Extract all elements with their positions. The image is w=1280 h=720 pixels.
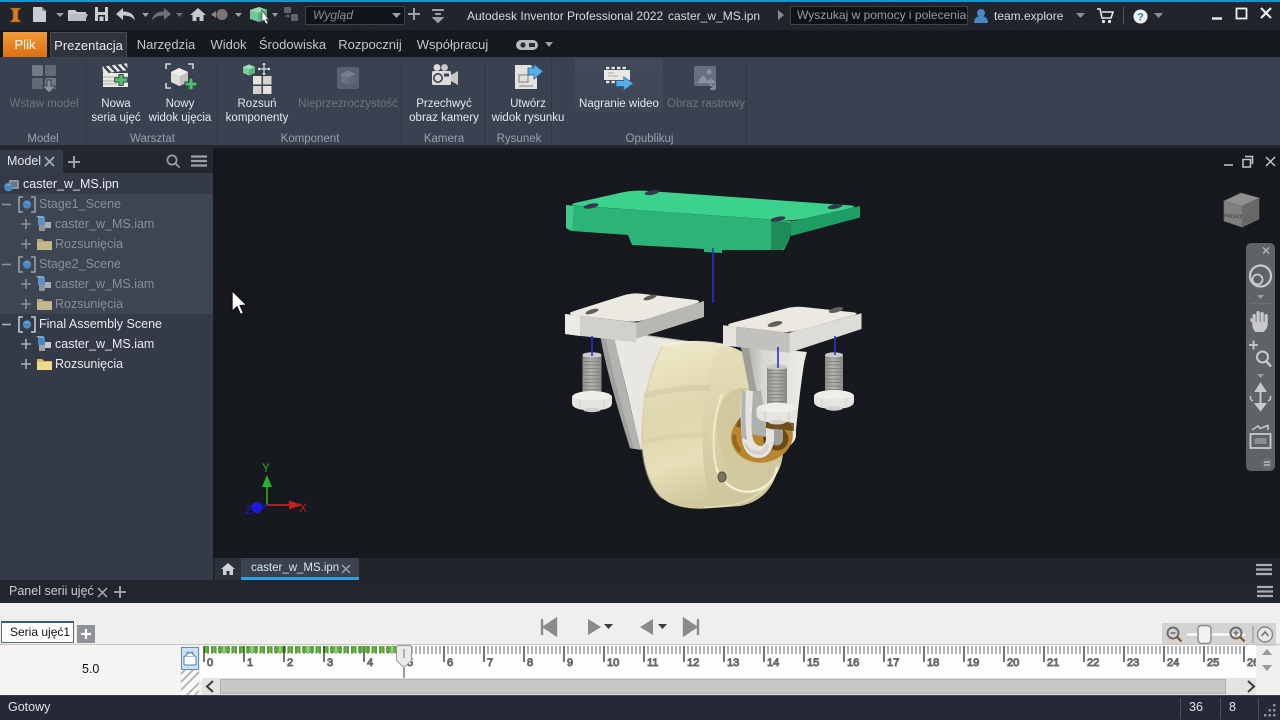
svg-text:preze: preze	[186, 651, 195, 655]
svg-text:Z: Z	[245, 503, 252, 517]
svg-text:4: 4	[367, 657, 373, 669]
svg-text:6: 6	[447, 657, 453, 669]
svg-text:9: 9	[567, 657, 573, 669]
svg-text:11: 11	[647, 657, 658, 669]
svg-text:19: 19	[967, 657, 979, 669]
svg-text:8: 8	[527, 657, 533, 669]
svg-text:0: 0	[207, 657, 213, 669]
svg-text:1: 1	[247, 657, 253, 669]
svg-text:10: 10	[607, 657, 619, 669]
svg-text:7: 7	[487, 657, 493, 669]
svg-text:21: 21	[1047, 657, 1059, 669]
svg-text:26: 26	[1247, 657, 1256, 669]
svg-text:12: 12	[687, 657, 699, 669]
svg-text:17: 17	[887, 657, 899, 669]
svg-text:X: X	[299, 501, 307, 515]
svg-text:23: 23	[1127, 657, 1139, 669]
svg-text:2: 2	[287, 657, 293, 669]
svg-text:?: ?	[1137, 12, 1144, 24]
svg-text:14: 14	[767, 657, 779, 669]
svg-text:24: 24	[1167, 657, 1179, 669]
svg-text:13: 13	[727, 657, 739, 669]
svg-text:3: 3	[327, 657, 333, 669]
svg-text:25: 25	[1207, 657, 1219, 669]
svg-text:22: 22	[1087, 657, 1099, 669]
svg-text:20: 20	[1007, 657, 1019, 669]
svg-text:Y: Y	[262, 463, 270, 475]
svg-text:15: 15	[807, 657, 819, 669]
svg-text:18: 18	[927, 657, 939, 669]
svg-text:16: 16	[847, 657, 859, 669]
